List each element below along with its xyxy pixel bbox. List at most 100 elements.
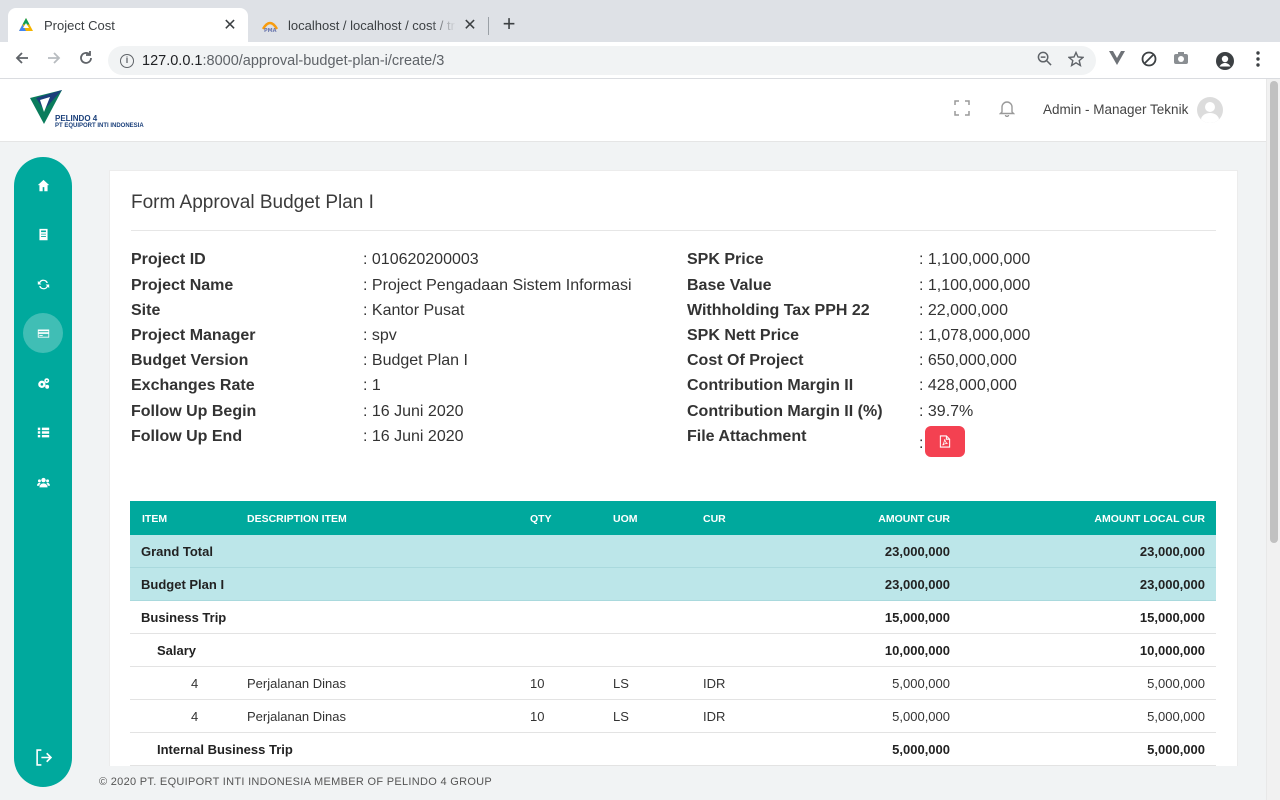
th-amount-local-cur: AMOUNT LOCAL CUR xyxy=(1094,513,1205,525)
zoom-icon[interactable] xyxy=(1034,51,1054,71)
sidebar-item-sync[interactable] xyxy=(23,264,63,304)
value-file-attachment: : xyxy=(919,435,924,452)
forward-icon[interactable] xyxy=(42,48,66,72)
address-bar[interactable]: i 127.0.0.1:8000/approval-budget-plan-i/… xyxy=(108,46,1096,75)
cell-description: Perjalanan Dinas xyxy=(247,709,347,724)
sidebar-logout[interactable] xyxy=(23,737,63,777)
sidebar-item-home[interactable] xyxy=(23,165,63,205)
pdf-attachment-button[interactable] xyxy=(925,426,965,457)
browser-menu-icon[interactable] xyxy=(1248,51,1268,71)
users-icon xyxy=(36,477,50,487)
th-uom: UOM xyxy=(613,513,638,525)
th-cur: CUR xyxy=(703,513,726,525)
profile-icon[interactable] xyxy=(1215,51,1235,71)
new-tab-button[interactable]: + xyxy=(498,12,520,36)
label-cost-of-project: Cost Of Project xyxy=(687,352,804,369)
value-contribution-margin-pct: : 39.7% xyxy=(919,403,974,420)
cell-amount-local: 5,000,000 xyxy=(1147,676,1205,691)
close-tab-icon[interactable]: ✕ xyxy=(462,15,478,35)
table-row-subgroup: Salary 10,000,000 10,000,000 xyxy=(130,634,1216,667)
label-follow-up-end: Follow Up End xyxy=(131,428,243,445)
page-title: Form Approval Budget Plan I xyxy=(131,192,374,213)
approval-card: Form Approval Budget Plan I Project ID :… xyxy=(109,170,1238,770)
cogs-icon xyxy=(37,377,49,389)
label-withholding-tax: Withholding Tax PPH 22 xyxy=(687,302,870,319)
page-scrollbar[interactable] xyxy=(1266,79,1280,800)
row-amount-cur: 23,000,000 xyxy=(884,544,950,559)
value-site: : Kantor Pusat xyxy=(363,302,465,319)
notification-bell-icon[interactable] xyxy=(997,100,1017,120)
cell-amount-cur: 5,000,000 xyxy=(892,676,950,691)
bookmark-star-icon[interactable] xyxy=(1066,50,1086,71)
browser-tab-bar: Project Cost ✕ PMA localhost / localhost… xyxy=(0,0,1280,42)
cell-description: Perjalanan Dinas xyxy=(247,676,347,691)
row-amount-cur: 15,000,000 xyxy=(884,610,950,625)
sidebar-item-list[interactable] xyxy=(23,412,63,452)
site-info-icon[interactable]: i xyxy=(120,53,134,68)
camera-icon[interactable] xyxy=(1171,51,1191,71)
label-spk-nett-price: SPK Nett Price xyxy=(687,327,800,344)
row-label: Budget Plan I xyxy=(141,577,225,592)
row-amount-local: 5,000,000 xyxy=(1147,742,1205,757)
logout-icon xyxy=(35,748,52,766)
logo-line-2: PT EQUIPORT INTI INDONESIA xyxy=(55,123,144,129)
document-icon xyxy=(38,228,48,240)
row-label: Salary xyxy=(157,643,197,658)
cell-uom: LS xyxy=(613,709,629,724)
close-tab-icon[interactable]: ✕ xyxy=(222,15,238,35)
cell-item: 4 xyxy=(191,676,199,691)
list-icon xyxy=(37,427,49,437)
row-amount-cur: 10,000,000 xyxy=(884,643,950,658)
svg-text:PMA: PMA xyxy=(264,28,277,33)
user-name[interactable]: Admin - Manager Teknik xyxy=(1043,102,1188,117)
table-row-budget-plan: Budget Plan I 23,000,000 23,000,000 xyxy=(130,568,1216,601)
th-qty: QTY xyxy=(530,513,552,525)
vuejs-devtools-icon[interactable] xyxy=(1107,51,1127,71)
credit-card-icon xyxy=(37,328,49,338)
sidebar-item-document[interactable] xyxy=(23,214,63,254)
label-spk-price: SPK Price xyxy=(687,251,764,268)
cell-item: 4 xyxy=(191,709,199,724)
file-pdf-icon xyxy=(939,435,951,448)
value-follow-up-end: : 16 Juni 2020 xyxy=(363,428,464,445)
url-text: 127.0.0.1:8000/approval-budget-plan-i/cr… xyxy=(142,52,445,69)
avatar[interactable] xyxy=(1197,97,1223,123)
sidebar-item-users[interactable] xyxy=(23,462,63,502)
title-divider xyxy=(131,230,1216,231)
reload-icon[interactable] xyxy=(74,48,98,72)
value-contribution-margin: : 428,000,000 xyxy=(919,377,1017,394)
row-amount-local: 10,000,000 xyxy=(1139,643,1205,658)
pelindo-logo[interactable]: PELINDO 4 PT EQUIPORT INTI INDONESIA xyxy=(30,90,160,130)
label-project-id: Project ID xyxy=(131,251,206,268)
row-amount-local: 15,000,000 xyxy=(1139,610,1205,625)
extension-block-icon[interactable] xyxy=(1139,51,1159,71)
cell-cur: IDR xyxy=(703,676,726,691)
row-amount-cur: 23,000,000 xyxy=(884,577,950,592)
app-favicon-icon xyxy=(19,18,33,31)
sidebar-item-settings[interactable] xyxy=(23,363,63,403)
value-base-value: : 1,100,000,000 xyxy=(919,277,1031,294)
value-follow-up-begin: : 16 Juni 2020 xyxy=(363,403,464,420)
page-footer: © 2020 PT. EQUIPORT INTI INDONESIA MEMBE… xyxy=(86,766,1266,800)
browser-tab-project-cost[interactable]: Project Cost ✕ xyxy=(8,8,248,42)
fullscreen-icon[interactable] xyxy=(952,100,972,120)
cell-uom: LS xyxy=(613,676,629,691)
table-row-subgroup: Internal Business Trip 5,000,000 5,000,0… xyxy=(130,733,1216,766)
table-row: 4 Perjalanan Dinas 10 LS IDR 5,000,000 5… xyxy=(130,667,1216,700)
value-project-id: : 010620200003 xyxy=(363,251,479,268)
cell-cur: IDR xyxy=(703,709,726,724)
scrollbar-thumb[interactable] xyxy=(1270,81,1278,543)
back-icon[interactable] xyxy=(10,48,34,72)
label-site: Site xyxy=(131,302,161,319)
label-follow-up-begin: Follow Up Begin xyxy=(131,403,257,420)
sidebar-item-budget[interactable] xyxy=(23,313,63,353)
app-header: PELINDO 4 PT EQUIPORT INTI INDONESIA Adm… xyxy=(0,79,1266,142)
th-description: DESCRIPTION ITEM xyxy=(247,513,347,525)
footer-text: © 2020 PT. EQUIPORT INTI INDONESIA MEMBE… xyxy=(99,776,493,788)
browser-tab-phpmyadmin[interactable]: PMA localhost / localhost / cost / tra ✕ xyxy=(252,8,488,42)
row-amount-local: 23,000,000 xyxy=(1139,544,1205,559)
logo-line-1: PELINDO 4 xyxy=(55,114,98,123)
table-row-grand-total: Grand Total 23,000,000 23,000,000 xyxy=(130,535,1216,568)
cell-amount-local: 5,000,000 xyxy=(1147,709,1205,724)
label-exchanges-rate: Exchanges Rate xyxy=(131,377,255,394)
